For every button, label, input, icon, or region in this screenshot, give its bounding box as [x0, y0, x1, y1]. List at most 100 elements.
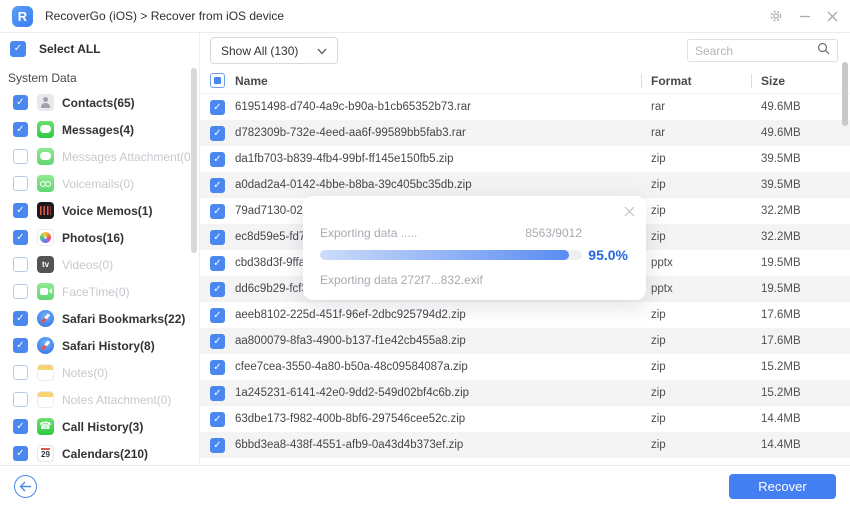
column-header-format[interactable]: Format [645, 74, 755, 88]
select-all-checkbox[interactable] [10, 41, 26, 57]
sidebar-category-item[interactable]: Contacts(65) [0, 89, 199, 116]
category-checkbox[interactable] [13, 203, 28, 218]
sidebar-category-item[interactable]: Voice Memos(1) [0, 197, 199, 224]
category-checkbox[interactable] [13, 419, 28, 434]
progress-bar [320, 250, 582, 260]
column-header-name[interactable]: Name [235, 74, 645, 88]
file-size: 17.6MB [755, 309, 850, 321]
table-row[interactable]: aeeb8102-225d-451f-96ef-2dbc925794d2.zip… [200, 302, 850, 328]
table-row[interactable]: 63dbe173-f982-400b-8bf6-297546cee52c.zip… [200, 406, 850, 432]
file-format: zip [645, 387, 755, 399]
row-checkbox[interactable] [210, 126, 225, 141]
row-checkbox[interactable] [210, 412, 225, 427]
sidebar-scrollbar[interactable] [191, 68, 197, 253]
minimize-icon[interactable] [799, 10, 811, 22]
category-checkbox[interactable] [13, 284, 28, 299]
category-checkbox[interactable] [13, 176, 28, 191]
table-scrollbar[interactable] [842, 62, 848, 126]
category-label: Messages(4) [62, 123, 134, 137]
row-checkbox[interactable] [210, 360, 225, 375]
dialog-close-icon[interactable] [624, 204, 635, 222]
file-name: da1fb703-b839-4fb4-99bf-ff145e150fb5.zip [235, 153, 645, 165]
file-size: 15.2MB [755, 387, 850, 399]
file-size: 32.2MB [755, 231, 850, 243]
close-icon[interactable] [827, 11, 838, 22]
row-checkbox[interactable] [210, 178, 225, 193]
category-label: Photos(16) [62, 231, 124, 245]
file-format: rar [645, 127, 755, 139]
row-checkbox[interactable] [210, 230, 225, 245]
category-checkbox[interactable] [13, 230, 28, 245]
category-checkbox[interactable] [13, 392, 28, 407]
file-name: aa800079-8fa3-4900-b137-f1e42cb455a8.zip [235, 335, 645, 347]
table-row[interactable]: aa800079-8fa3-4900-b137-f1e42cb455a8.zip… [200, 328, 850, 354]
facetime-icon [37, 283, 54, 300]
file-format: zip [645, 179, 755, 191]
messages-icon [37, 148, 54, 165]
search-icon[interactable] [817, 42, 830, 60]
table-row[interactable]: 6bbd3ea8-438f-4551-afb9-0a43d4b373ef.zip… [200, 432, 850, 458]
filter-dropdown[interactable]: Show All (130) [210, 37, 338, 64]
row-checkbox[interactable] [210, 256, 225, 271]
category-label: Contacts(65) [62, 96, 135, 110]
sidebar-category-item[interactable]: Photos(16) [0, 224, 199, 251]
recover-button[interactable]: Recover [729, 474, 836, 499]
sidebar-category-item[interactable]: Call History(3) [0, 413, 199, 440]
row-checkbox[interactable] [210, 438, 225, 453]
category-label: Messages Attachment(0) [62, 150, 195, 164]
file-format: zip [645, 335, 755, 347]
row-checkbox[interactable] [210, 334, 225, 349]
file-format: zip [645, 205, 755, 217]
section-label-system-data: System Data [0, 65, 199, 89]
column-header-size[interactable]: Size [755, 74, 850, 88]
select-all-row[interactable]: Select ALL [0, 33, 199, 65]
search-input[interactable] [695, 44, 817, 58]
sidebar-category-item[interactable]: Notes(0) [0, 359, 199, 386]
category-checkbox[interactable] [13, 365, 28, 380]
table-row[interactable]: cfee7cea-3550-4a80-b50a-48c09584087a.zip… [200, 354, 850, 380]
category-checkbox[interactable] [13, 338, 28, 353]
category-checkbox[interactable] [13, 95, 28, 110]
chevron-down-icon [317, 44, 327, 58]
category-checkbox[interactable] [13, 257, 28, 272]
voicemail-icon [37, 175, 54, 192]
file-size: 14.4MB [755, 439, 850, 451]
table-row[interactable]: 1a245231-6141-42e0-9dd2-549d02bf4c6b.zip… [200, 380, 850, 406]
sidebar-category-item[interactable]: Safari History(8) [0, 332, 199, 359]
export-progress-dialog: Exporting data ..... 8563/9012 95.0% Exp… [303, 196, 646, 300]
back-button[interactable] [14, 475, 37, 498]
table-row[interactable]: da1fb703-b839-4fb4-99bf-ff145e150fb5.zip… [200, 146, 850, 172]
row-checkbox[interactable] [210, 204, 225, 219]
safari-icon [37, 310, 54, 327]
sidebar-category-item[interactable]: Messages Attachment(0) [0, 143, 199, 170]
search-box[interactable] [687, 39, 838, 62]
row-checkbox[interactable] [210, 282, 225, 297]
table-row[interactable]: a0dad2a4-0142-4bbe-b8ba-39c405bc35db.zip… [200, 172, 850, 198]
gear-icon[interactable] [769, 9, 783, 23]
sidebar-category-item[interactable]: Videos(0) [0, 251, 199, 278]
table-row[interactable]: d782309b-732e-4eed-aa6f-99589bb5fab3.rar… [200, 120, 850, 146]
row-checkbox[interactable] [210, 308, 225, 323]
file-name: 6bbd3ea8-438f-4551-afb9-0a43d4b373ef.zip [235, 439, 645, 451]
category-list: Contacts(65) Messages(4) Messages Attach… [0, 89, 199, 467]
table-row[interactable]: 61951498-d740-4a9c-b90a-b1cb65352b73.rar… [200, 94, 850, 120]
row-checkbox[interactable] [210, 386, 225, 401]
file-size: 17.6MB [755, 335, 850, 347]
sidebar-category-item[interactable]: FaceTime(0) [0, 278, 199, 305]
file-size: 39.5MB [755, 179, 850, 191]
sidebar-category-item[interactable]: Notes Attachment(0) [0, 386, 199, 413]
file-format: pptx [645, 283, 755, 295]
sidebar-category-item[interactable]: Safari Bookmarks(22) [0, 305, 199, 332]
sidebar-category-item[interactable]: Voicemails(0) [0, 170, 199, 197]
row-checkbox[interactable] [210, 152, 225, 167]
category-label: Safari History(8) [62, 339, 155, 353]
file-name: 1a245231-6141-42e0-9dd2-549d02bf4c6b.zip [235, 387, 645, 399]
category-checkbox[interactable] [13, 149, 28, 164]
category-checkbox[interactable] [13, 446, 28, 461]
category-checkbox[interactable] [13, 311, 28, 326]
sidebar-category-item[interactable]: Messages(4) [0, 116, 199, 143]
row-checkbox[interactable] [210, 100, 225, 115]
category-checkbox[interactable] [13, 122, 28, 137]
header-select-all-checkbox[interactable] [210, 73, 225, 88]
sidebar-category-item[interactable]: Calendars(210) [0, 440, 199, 467]
